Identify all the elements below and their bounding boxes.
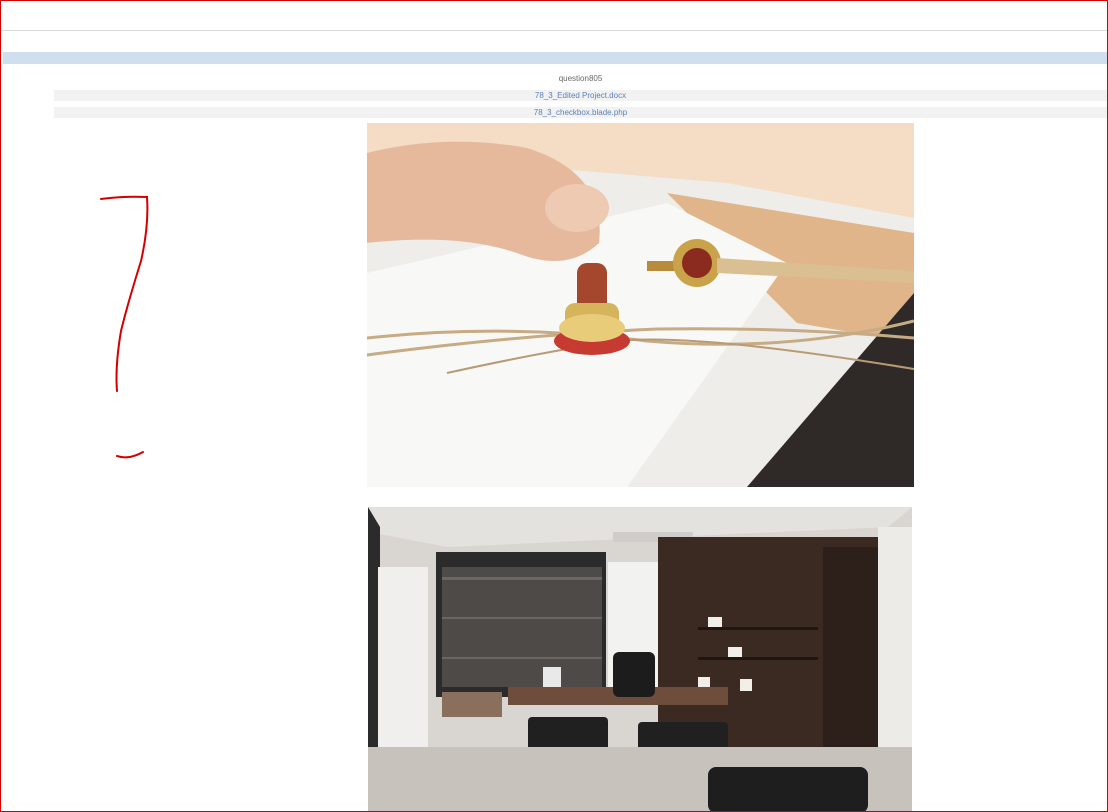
nav-strip xyxy=(3,52,1107,64)
top-toolbar xyxy=(1,1,1107,31)
attachment-link[interactable]: 78_3_checkbox.blade.php xyxy=(534,108,627,117)
wax-seal-photo xyxy=(367,123,914,487)
window-frame: question805 78_3_Edited Project.docx 78_… xyxy=(0,0,1108,812)
attachment-row: 78_3_Edited Project.docx xyxy=(54,90,1107,101)
office-interior-photo xyxy=(368,507,912,811)
question-mark-annotation xyxy=(100,195,149,459)
attachment-link[interactable]: 78_3_Edited Project.docx xyxy=(535,91,626,100)
question-title: question805 xyxy=(558,74,603,83)
attachment-row: 78_3_checkbox.blade.php xyxy=(54,107,1107,118)
